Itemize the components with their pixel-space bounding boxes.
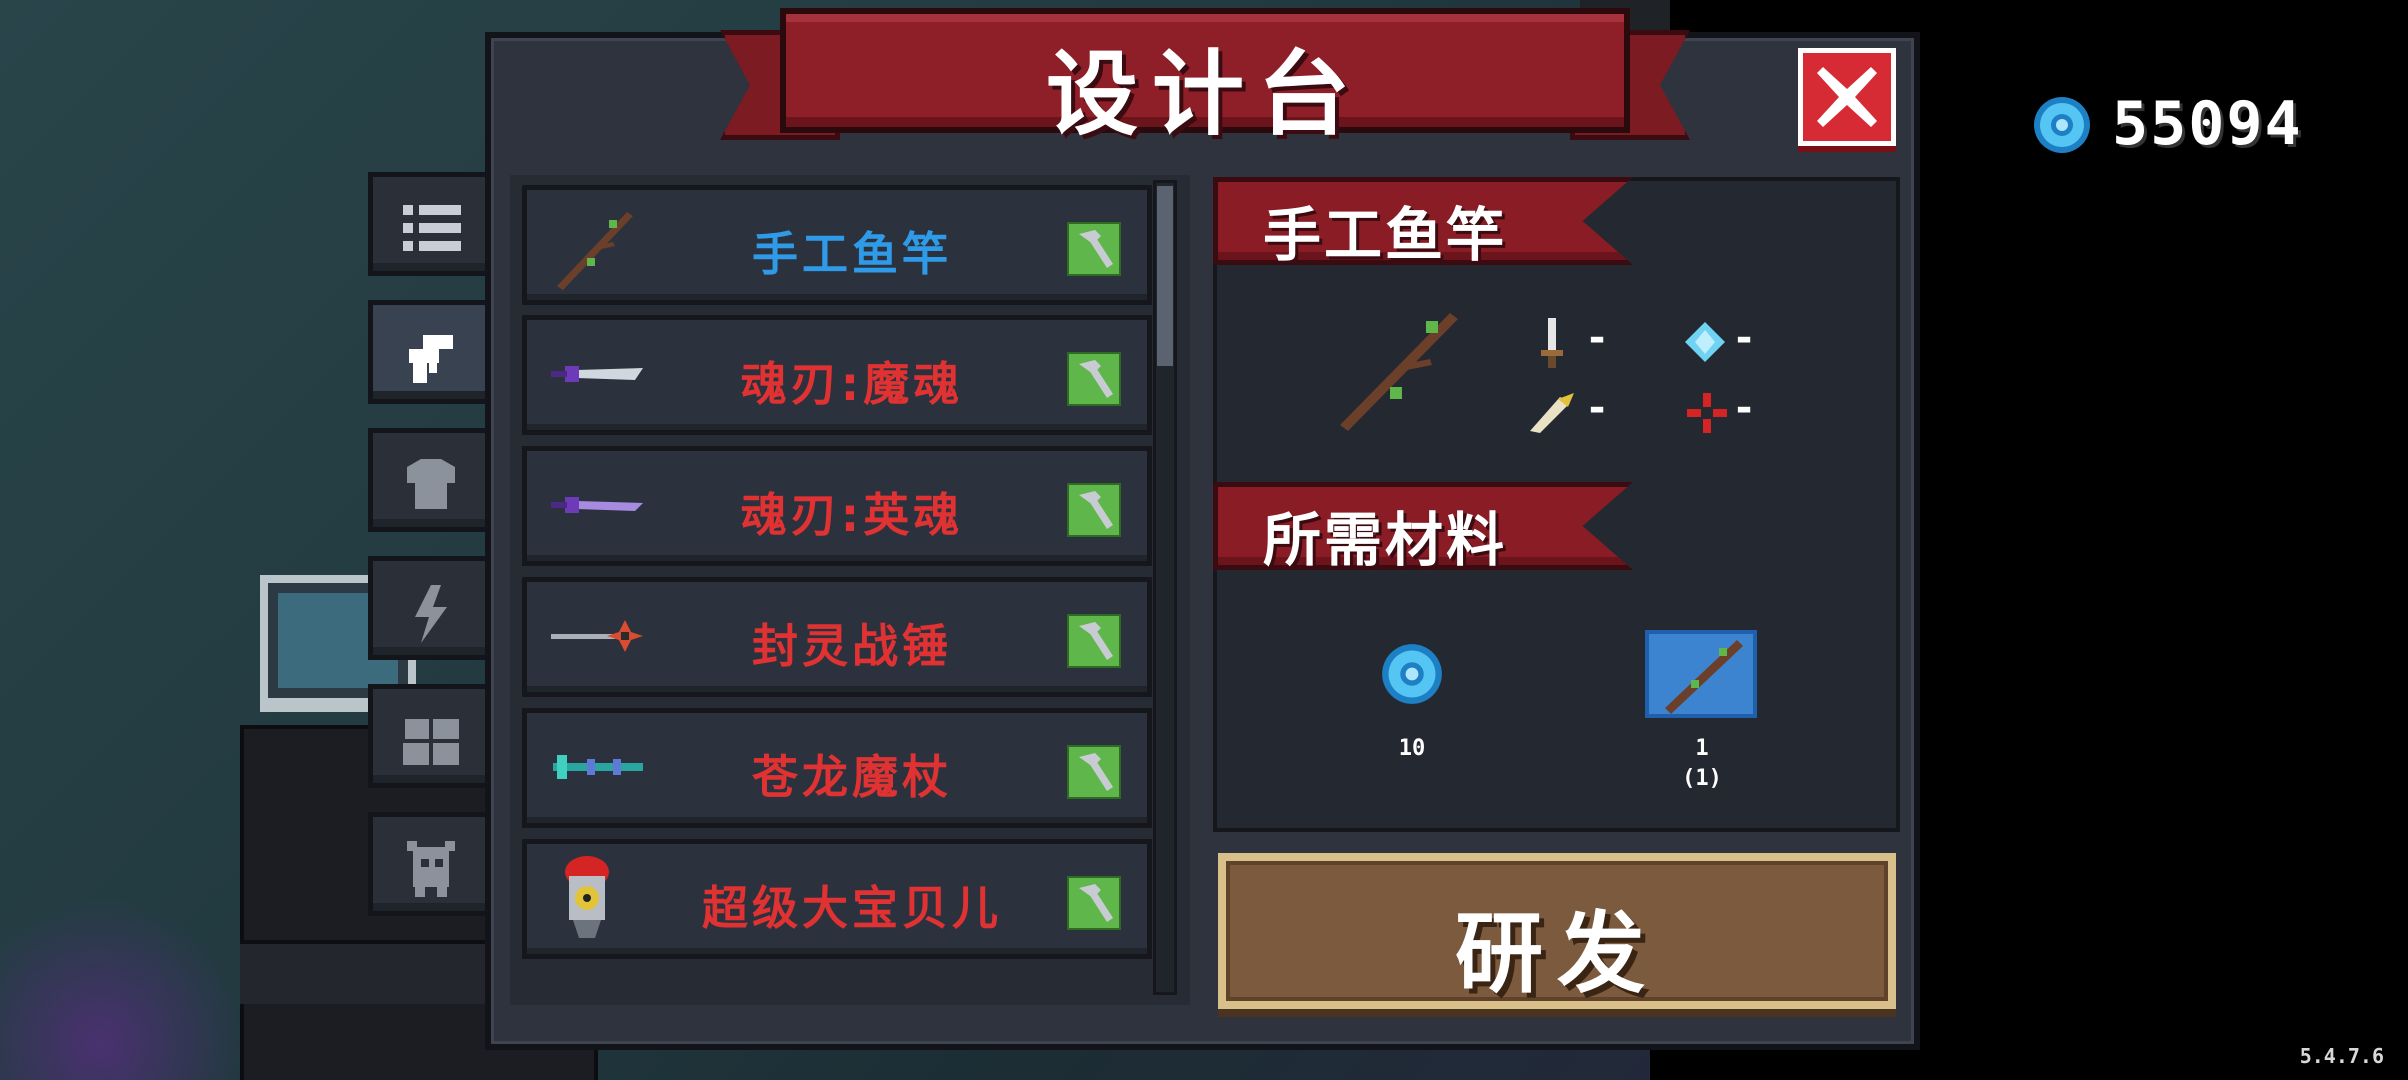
close-button[interactable] — [1798, 48, 1896, 146]
hammer-icon — [1079, 622, 1113, 660]
develop-button[interactable]: 研发 — [1218, 853, 1896, 1009]
stat-energy: - — [1732, 315, 1757, 361]
lightning-icon — [415, 585, 447, 643]
stat-crit: - — [1585, 385, 1610, 431]
blueprint-icon — [1645, 630, 1757, 718]
tab-weapons[interactable] — [368, 300, 493, 404]
selected-item-name: 手工鱼竿 — [1263, 201, 1508, 269]
page-title: 设计台 — [1045, 41, 1364, 148]
staff-icon — [553, 755, 643, 779]
list-item-fishing-rod[interactable]: 手工鱼竿 — [522, 185, 1152, 305]
crit-icon — [1530, 393, 1574, 433]
item-name: 魂刃:英魂 — [740, 488, 964, 542]
item-name: 封灵战锤 — [752, 619, 952, 673]
stat-damage: - — [1585, 315, 1610, 361]
warhammer-icon — [551, 620, 643, 652]
pet-icon — [407, 841, 455, 897]
energy-icon — [1685, 322, 1725, 362]
damage-icon — [1541, 318, 1563, 368]
hammer-icon — [1079, 753, 1113, 791]
version-label: 5.4.7.6 — [2299, 1044, 2384, 1068]
statue-icon — [403, 719, 459, 765]
gem-icon — [2034, 97, 2090, 153]
hammer-icon — [1079, 884, 1113, 922]
list-item-soul-blade-demon[interactable]: 魂刃:魔魂 — [522, 315, 1152, 435]
item-name: 苍龙魔杖 — [752, 750, 952, 804]
tab-skills[interactable] — [368, 556, 486, 660]
list-item-dragon-staff[interactable]: 苍龙魔杖 — [522, 708, 1152, 828]
sword-icon — [551, 366, 643, 382]
item-name: 手工鱼竿 — [752, 227, 952, 281]
tab-pets[interactable] — [368, 812, 486, 916]
craft-hammer-badge — [1067, 352, 1121, 406]
craft-hammer-badge — [1067, 745, 1121, 799]
item-name: 超级大宝贝儿 — [702, 881, 1002, 935]
list-item-soul-blade-hero[interactable]: 魂刃:英魂 — [522, 446, 1152, 566]
craft-hammer-badge — [1067, 876, 1121, 930]
craft-hammer-badge — [1067, 222, 1121, 276]
develop-label: 研发 — [1454, 902, 1659, 1005]
accuracy-icon — [1687, 393, 1727, 433]
purple-glow — [0, 900, 250, 1080]
materials-ribbon: 所需材料 — [1213, 482, 1633, 570]
nuke-bomb-icon — [565, 856, 609, 938]
material-blueprint-owned: (1) — [1682, 766, 1722, 791]
list-icon — [403, 205, 461, 251]
hammer-icon — [1079, 230, 1113, 268]
tab-armor[interactable] — [368, 428, 486, 532]
selected-item-icon — [1340, 313, 1458, 431]
blueprint-list[interactable]: 手工鱼竿 魂刃:魔魂 魂刃:英魂 封灵战锤 苍龙魔杖 超级大宝贝儿 — [510, 175, 1190, 1005]
stat-accuracy: - — [1732, 385, 1757, 431]
sword-icon — [551, 497, 643, 513]
title-banner: 设计台 — [780, 8, 1630, 148]
gem-icon — [1382, 644, 1442, 704]
material-blueprint-count: 1 — [1695, 736, 1709, 761]
list-item-super-baby[interactable]: 超级大宝贝儿 — [522, 839, 1152, 959]
item-name-ribbon: 手工鱼竿 — [1213, 177, 1633, 265]
armor-icon — [407, 459, 455, 509]
tab-list[interactable] — [368, 172, 486, 276]
fishing-rod-icon — [557, 212, 633, 290]
close-icon — [1817, 67, 1877, 127]
craft-hammer-badge — [1067, 483, 1121, 537]
materials-title: 所需材料 — [1263, 506, 1508, 574]
tab-statues[interactable] — [368, 684, 486, 788]
hammer-icon — [1079, 491, 1113, 529]
material-gem-count: 10 — [1398, 736, 1426, 761]
craft-hammer-badge — [1067, 614, 1121, 668]
list-scrollbar-thumb[interactable] — [1157, 186, 1173, 366]
weapon-icon — [409, 335, 453, 383]
list-item-seal-warhammer[interactable]: 封灵战锤 — [522, 577, 1152, 697]
item-name: 魂刃:魔魂 — [740, 357, 964, 411]
gem-count: 55094 — [2112, 89, 2303, 159]
hammer-icon — [1079, 360, 1113, 398]
